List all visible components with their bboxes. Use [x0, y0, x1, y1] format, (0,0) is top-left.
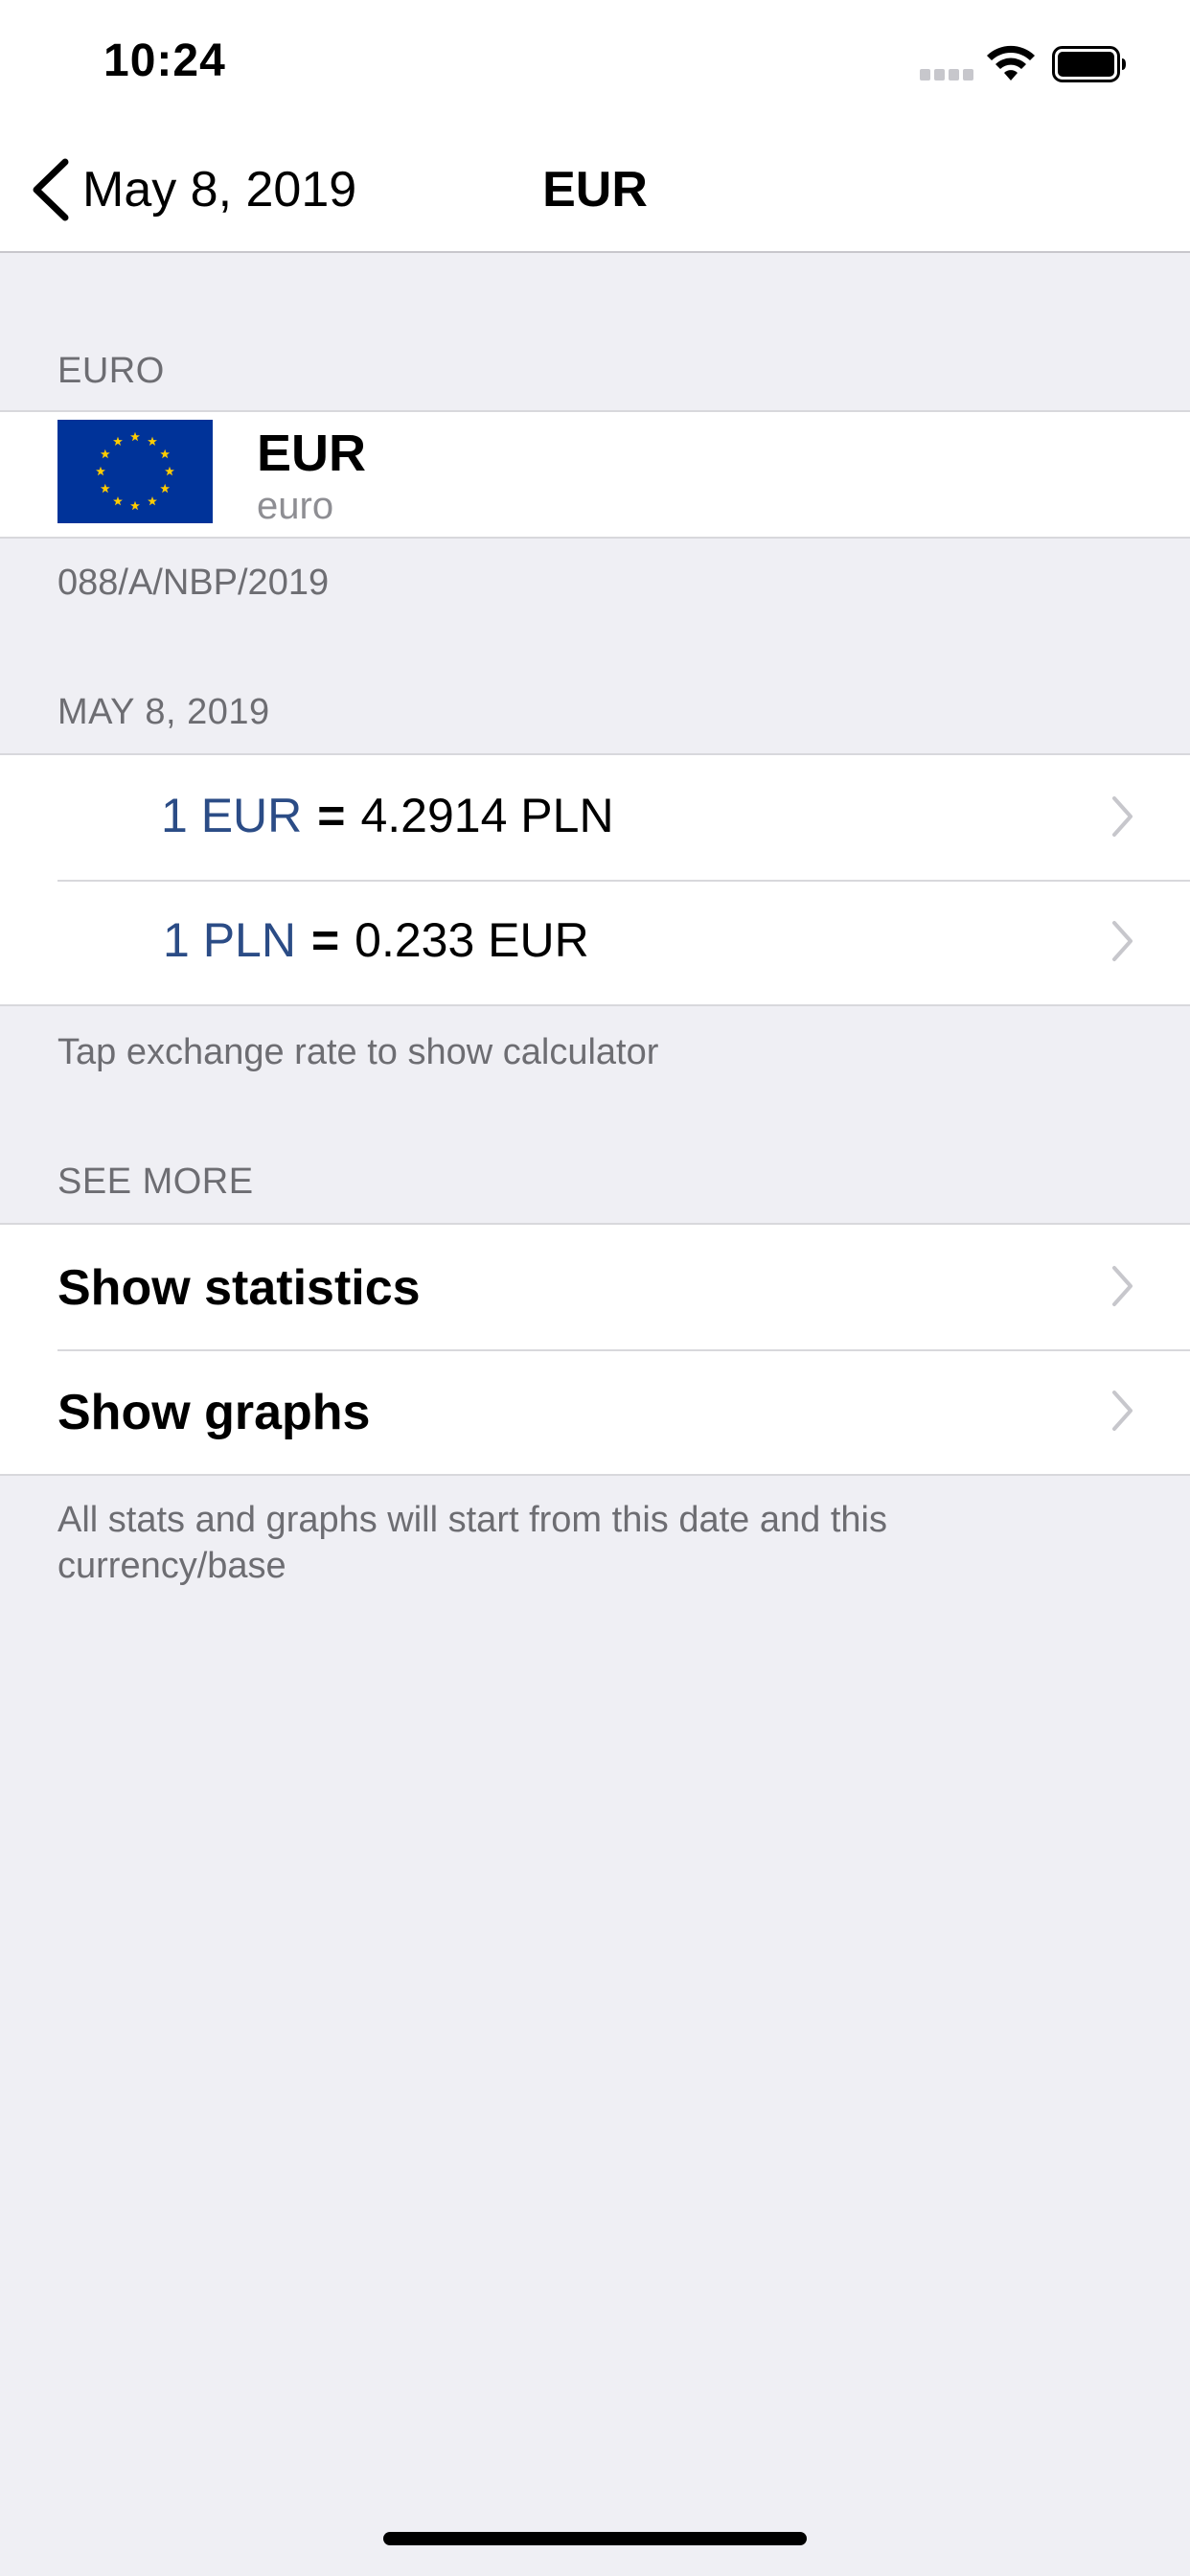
- show-statistics-label: Show statistics: [57, 1260, 421, 1316]
- rates-section-header: MAY 8, 2019: [57, 692, 270, 732]
- see-more-list: Show statistics Show graphs: [0, 1223, 1190, 1476]
- cellular-signal-icon: [920, 69, 973, 80]
- table-id-label: 088/A/NBP/2019: [57, 563, 330, 603]
- currency-name: euro: [257, 485, 334, 527]
- chevron-right-icon: [1112, 921, 1133, 961]
- rate-base: 1 PLN: [163, 913, 296, 967]
- home-indicator[interactable]: [383, 2532, 807, 2545]
- rate-equals: =: [317, 789, 346, 842]
- rate-row-pln-eur[interactable]: 1 PLN = 0.233 EUR: [0, 880, 1190, 1004]
- rate-value: 0.233 EUR: [355, 913, 589, 967]
- page-title: EUR: [542, 162, 648, 218]
- show-graphs-row[interactable]: Show graphs: [0, 1349, 1190, 1474]
- rate-equals: =: [310, 913, 340, 967]
- rate-base: 1 EUR: [161, 789, 303, 842]
- status-time: 10:24: [103, 35, 226, 86]
- rate-row-eur-pln[interactable]: 1 EUR = 4.2914 PLN: [0, 755, 1190, 880]
- wifi-icon: [987, 45, 1035, 80]
- rates-list: 1 EUR = 4.2914 PLN 1 PLN = 0.233 EUR: [0, 753, 1190, 1006]
- chevron-right-icon: [1112, 1391, 1133, 1431]
- rate-text: 1 PLN = 0.233 EUR: [163, 912, 589, 968]
- rate-text: 1 EUR = 4.2914 PLN: [161, 788, 614, 843]
- see-more-footer: All stats and graphs will start from thi…: [57, 1497, 887, 1589]
- show-graphs-label: Show graphs: [57, 1385, 371, 1440]
- show-statistics-row[interactable]: Show statistics: [0, 1225, 1190, 1349]
- navigation-bar: May 8, 2019 EUR: [0, 126, 1190, 253]
- rates-footer: Tap exchange rate to show calculator: [57, 1032, 659, 1072]
- see-more-footer-line-1: All stats and graphs will start from thi…: [57, 1500, 887, 1540]
- eu-flag-icon: [57, 420, 213, 523]
- status-bar: 10:24: [0, 0, 1190, 126]
- currency-card: EUR euro: [0, 410, 1190, 539]
- see-more-footer-line-2: currency/base: [57, 1546, 286, 1586]
- currency-section-header: EURO: [57, 351, 165, 391]
- chevron-right-icon: [1112, 796, 1133, 837]
- currency-code: EUR: [257, 425, 367, 482]
- rate-value: 4.2914 PLN: [360, 789, 614, 842]
- chevron-right-icon: [1112, 1266, 1133, 1306]
- battery-icon: [1052, 46, 1126, 82]
- see-more-section-header: SEE MORE: [57, 1162, 254, 1202]
